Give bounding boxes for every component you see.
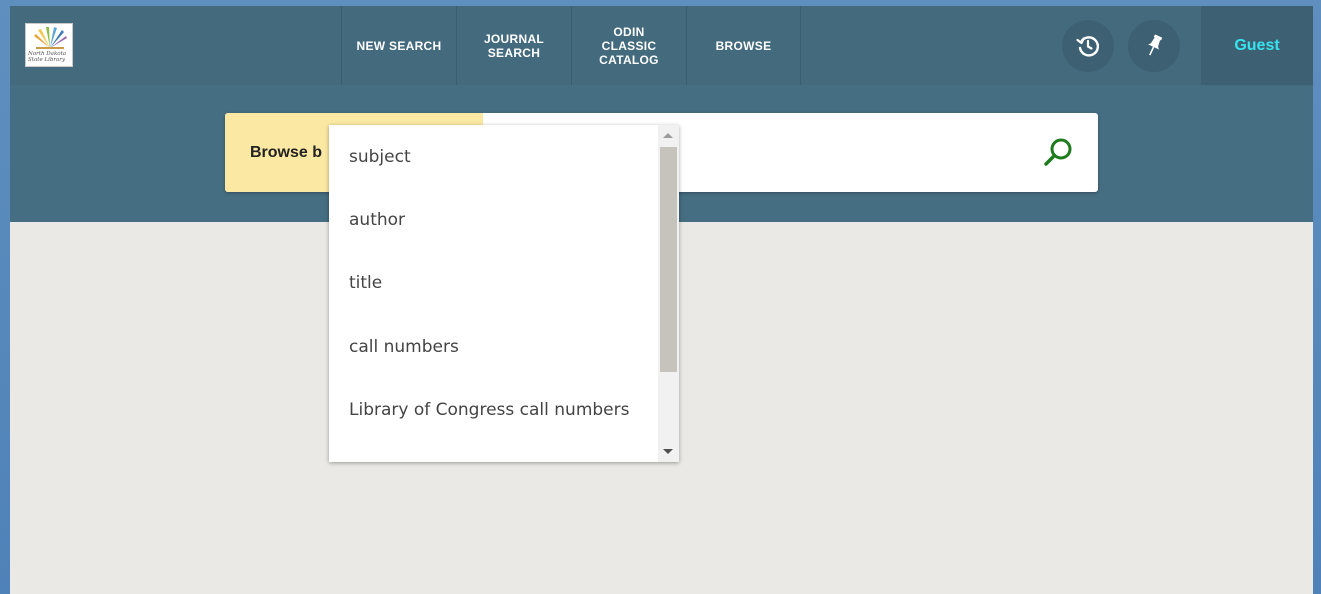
scroll-down-icon[interactable]: [663, 449, 673, 454]
library-logo[interactable]: North Dakota State Library: [25, 23, 73, 67]
nav-journal-search[interactable]: JOURNAL SEARCH: [456, 6, 571, 85]
search-history-button[interactable]: [1062, 20, 1114, 72]
logo-fan-icon: [34, 27, 67, 49]
browse-by-dropdown: subject author title call numbers Librar…: [329, 125, 679, 462]
user-menu-guest[interactable]: Guest: [1201, 6, 1313, 85]
nav-odin-classic-catalog[interactable]: ODIN CLASSIC CATALOG: [571, 6, 686, 85]
magnifier-icon: [1044, 138, 1072, 166]
dropdown-option-author[interactable]: author: [349, 210, 405, 230]
app-window: North Dakota State Library NEW SEARCH JO…: [10, 6, 1313, 594]
pin-icon: [1148, 34, 1163, 56]
top-bar: North Dakota State Library NEW SEARCH JO…: [10, 6, 1313, 85]
pinned-items-button[interactable]: [1128, 20, 1180, 72]
dropdown-option-subject[interactable]: subject: [349, 147, 411, 167]
scrollbar-thumb[interactable]: [660, 147, 677, 372]
dropdown-option-title[interactable]: title: [349, 273, 382, 293]
dropdown-option-call-numbers[interactable]: call numbers: [349, 337, 459, 357]
logo-text: North Dakota State Library: [28, 51, 67, 63]
dropdown-scrollbar[interactable]: [658, 125, 679, 462]
history-icon: [1076, 36, 1100, 57]
main-nav: NEW SEARCH JOURNAL SEARCH ODIN CLASSIC C…: [341, 6, 801, 85]
nav-browse[interactable]: BROWSE: [686, 6, 801, 85]
search-submit-button[interactable]: [1040, 135, 1076, 171]
scroll-up-icon[interactable]: [663, 133, 673, 138]
nav-new-search[interactable]: NEW SEARCH: [341, 6, 456, 85]
dropdown-option-lc-call-numbers[interactable]: Library of Congress call numbers: [349, 400, 629, 420]
